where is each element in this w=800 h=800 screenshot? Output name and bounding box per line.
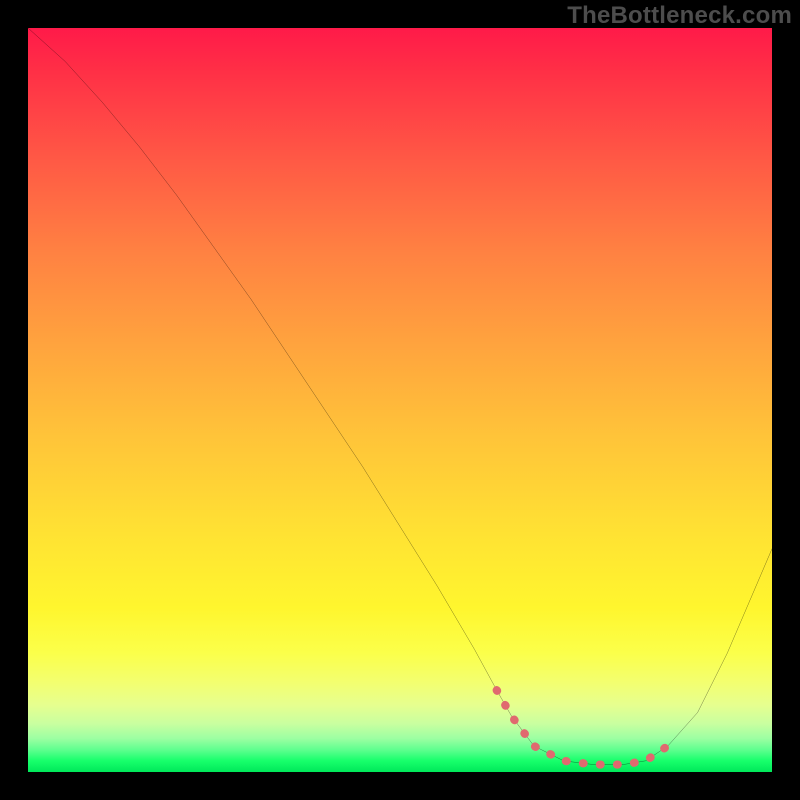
curve-layer [28, 28, 772, 772]
bottleneck-curve [28, 28, 772, 765]
chart-frame: TheBottleneck.com [0, 0, 800, 800]
plot-area [28, 28, 772, 772]
highlight-segment [497, 690, 668, 764]
watermark-text: TheBottleneck.com [567, 2, 792, 30]
